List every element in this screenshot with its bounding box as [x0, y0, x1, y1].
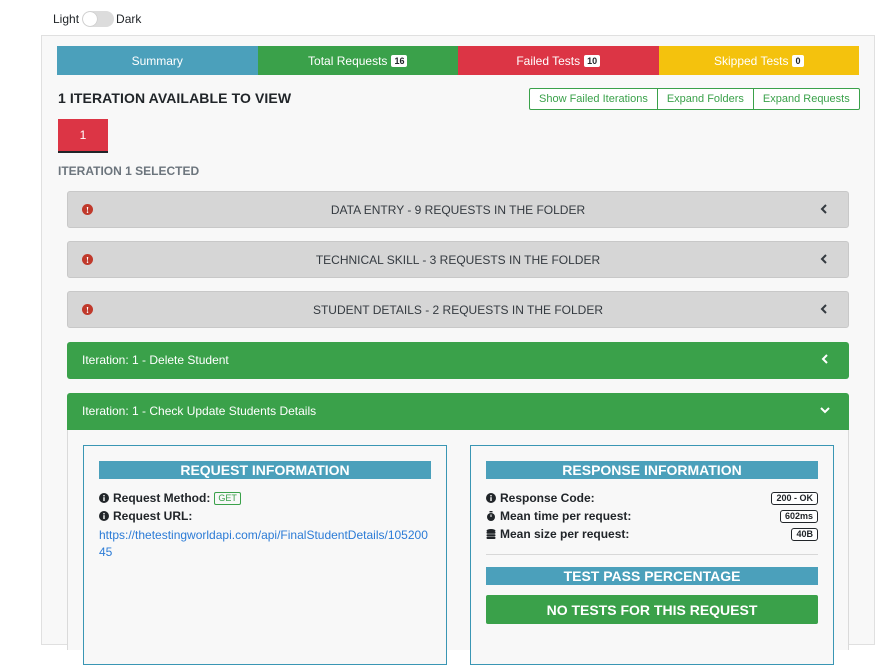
info-circle-icon: [99, 493, 109, 503]
summary-tabs: Summary Total Requests 16 Failed Tests 1…: [57, 46, 859, 75]
request-url-label: Request URL:: [113, 509, 193, 523]
tab-failed-tests-label: Failed Tests: [516, 53, 581, 68]
switch-knob: [83, 12, 98, 26]
mean-size-value: 40B: [791, 527, 818, 541]
folder-title: DATA ENTRY - 9 REQUESTS IN THE FOLDER: [330, 203, 586, 217]
chevron-left-icon: [820, 254, 827, 264]
chevron-left-icon: [821, 354, 828, 364]
request-title: Iteration: 1 - Check Update Students Det…: [82, 404, 317, 418]
response-code-row: Response Code: 200 - OK: [486, 491, 818, 505]
request-check-update-students-details[interactable]: Iteration: 1 - Check Update Students Det…: [67, 393, 849, 430]
expand-folders-button[interactable]: Expand Folders: [656, 88, 754, 110]
mean-size-label-wrap: Mean size per request:: [486, 527, 629, 541]
folder-student-details[interactable]: ! STUDENT DETAILS - 2 REQUESTS IN THE FO…: [67, 291, 849, 328]
no-tests-indicator: NO TESTS FOR THIS REQUEST: [486, 595, 818, 624]
mean-time-label-wrap: Mean time per request:: [486, 509, 631, 523]
skipped-tests-badge: 0: [792, 54, 804, 67]
request-information-card: REQUEST INFORMATION Request Method: GET …: [83, 445, 447, 665]
info-circle-icon: [99, 511, 109, 521]
chevron-down-icon: [820, 407, 830, 414]
mean-time-value: 602ms: [779, 509, 818, 523]
response-code-label: Response Code:: [500, 491, 595, 505]
request-method-label: Request Method:: [113, 491, 211, 505]
info-circle-icon: [486, 493, 496, 503]
mean-size-label: Mean size per request:: [500, 527, 630, 541]
mean-size-row: Mean size per request: 40B: [486, 527, 818, 541]
divider: [486, 554, 818, 555]
tab-total-requests[interactable]: Total Requests 16: [257, 46, 458, 75]
report-panel: Summary Total Requests 16 Failed Tests 1…: [41, 35, 875, 665]
request-information-heading: REQUEST INFORMATION: [99, 461, 431, 479]
iteration-actions: Show Failed Iterations Expand Folders Ex…: [529, 88, 860, 110]
request-method-badge: GET: [214, 491, 241, 505]
request-url-link[interactable]: https://thetestingworldapi.com/api/Final…: [99, 527, 434, 561]
folder-title: STUDENT DETAILS - 2 REQUESTS IN THE FOLD…: [312, 303, 604, 317]
show-failed-iterations-button[interactable]: Show Failed Iterations: [529, 88, 658, 110]
tab-skipped-tests-label: Skipped Tests: [713, 53, 789, 68]
chevron-left-icon: [820, 304, 827, 314]
folder-data-entry[interactable]: ! DATA ENTRY - 9 REQUESTS IN THE FOLDER: [67, 191, 849, 228]
response-code-label-wrap: Response Code:: [486, 491, 595, 505]
mean-time-label: Mean time per request:: [500, 509, 632, 523]
request-method-row: Request Method: GET: [99, 491, 241, 505]
request-details-body: REQUEST INFORMATION Request Method: GET …: [67, 430, 849, 665]
folder-technical-skill[interactable]: ! TECHNICAL SKILL - 3 REQUESTS IN THE FO…: [67, 241, 849, 278]
request-title: Iteration: 1 - Delete Student: [82, 353, 229, 367]
total-requests-badge: 16: [391, 54, 408, 67]
test-pass-percentage-heading: TEST PASS PERCENTAGE: [486, 567, 818, 585]
iteration-selected-label: ITERATION 1 SELECTED: [58, 164, 200, 178]
expand-requests-button[interactable]: Expand Requests: [752, 88, 860, 110]
dark-label: Dark: [116, 12, 142, 26]
tab-skipped-tests[interactable]: Skipped Tests 0: [658, 46, 859, 75]
tab-failed-tests[interactable]: Failed Tests 10: [458, 46, 659, 75]
response-code-value: 200 - OK: [771, 491, 818, 505]
chevron-left-icon: [820, 204, 827, 214]
tab-summary-label: Summary: [131, 53, 183, 68]
theme-switch[interactable]: [82, 11, 115, 27]
iterations-title: 1 ITERATION AVAILABLE TO VIEW: [58, 90, 292, 106]
response-information-heading: RESPONSE INFORMATION: [486, 461, 818, 479]
response-information-card: RESPONSE INFORMATION Response Code: 200 …: [470, 445, 834, 665]
request-delete-student[interactable]: Iteration: 1 - Delete Student: [67, 342, 849, 379]
stopwatch-icon: [487, 511, 495, 521]
mean-time-row: Mean time per request: 602ms: [486, 509, 818, 523]
light-label: Light: [53, 12, 80, 26]
database-icon: [486, 529, 496, 539]
failed-tests-badge: 10: [584, 54, 601, 67]
folder-title: TECHNICAL SKILL - 3 REQUESTS IN THE FOLD…: [315, 253, 601, 267]
request-url-row: Request URL:: [99, 509, 192, 523]
tab-summary[interactable]: Summary: [57, 46, 258, 75]
theme-toggle: Light Dark: [53, 11, 141, 27]
iteration-tab-1[interactable]: 1: [58, 119, 108, 153]
tab-total-requests-label: Total Requests: [308, 53, 388, 68]
